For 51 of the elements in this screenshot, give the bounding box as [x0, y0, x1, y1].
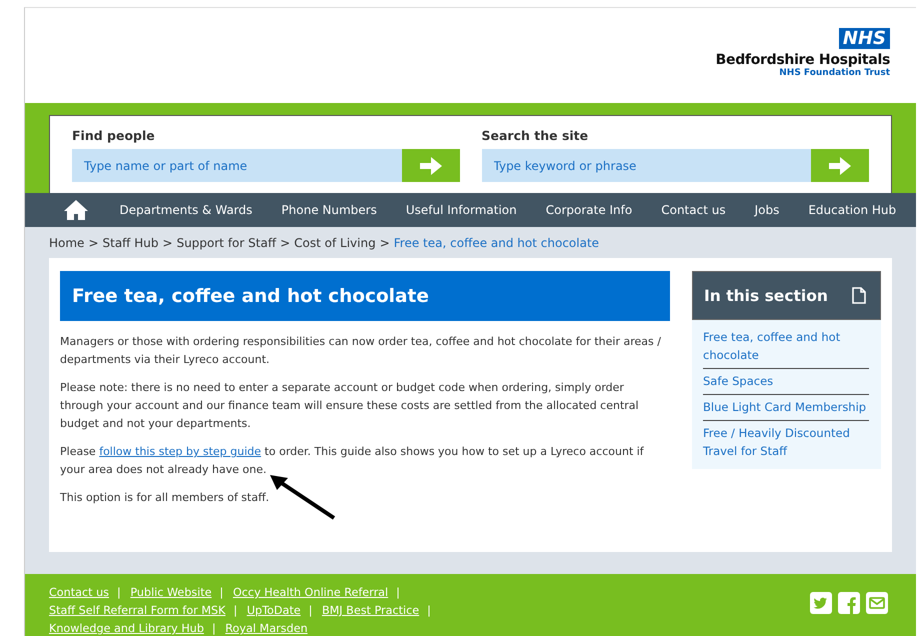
breadcrumb-link[interactable]: Home [49, 236, 84, 250]
nhs-logo: NHS [838, 28, 890, 49]
breadcrumb-link[interactable]: Support for Staff [176, 236, 276, 250]
footer-separator: | [117, 586, 121, 599]
breadcrumb-link[interactable]: Free tea, coffee and hot chocolate [394, 236, 600, 250]
breadcrumb-link[interactable]: Staff Hub [102, 236, 159, 250]
breadcrumb-separator: > [280, 236, 290, 250]
arrow-right-icon [420, 156, 442, 174]
arrow-right-icon [829, 156, 851, 174]
section-link[interactable]: Free tea, coffee and hot chocolate [703, 325, 869, 369]
arrow-annotation [268, 474, 336, 520]
footer-separator: | [233, 604, 238, 617]
search-field[interactable]: Type keyword or phrase [482, 149, 811, 182]
home-icon[interactable] [64, 200, 88, 220]
search-button[interactable] [811, 149, 869, 182]
paragraph: This option is for all members of staff. [60, 490, 270, 506]
nav-link[interactable]: Contact us [661, 203, 726, 217]
nav-link[interactable]: Corporate Info [546, 203, 632, 217]
page-title: Free tea, coffee and hot chocolate [60, 271, 670, 321]
section-link[interactable]: Safe Spaces [703, 369, 869, 395]
organisation-name: Bedfordshire Hospitals [716, 52, 890, 68]
twitter-icon[interactable] [810, 592, 832, 614]
breadcrumb-separator: > [380, 236, 390, 250]
nav-link[interactable]: Jobs [754, 203, 780, 217]
nav-link[interactable]: Education Hub [808, 203, 896, 217]
breadcrumb-link[interactable]: Cost of Living [294, 236, 376, 250]
facebook-icon[interactable] [838, 592, 860, 614]
email-icon[interactable] [866, 592, 888, 614]
search-label: Find people [72, 128, 156, 143]
footer-separator: | [212, 622, 216, 635]
breadcrumb-separator: > [162, 236, 173, 250]
guide-link[interactable]: follow this step by step guide [99, 445, 262, 458]
footer-separator: | [308, 604, 312, 617]
footer-separator: | [220, 586, 224, 599]
nav-link[interactable]: Departments & Wards [120, 203, 252, 217]
document-icon [852, 287, 866, 304]
nav-link[interactable]: Phone Numbers [281, 203, 377, 217]
search-label: Search the site [482, 128, 590, 143]
paragraph: Please note: there is no need to enter a separate account or budget code when ordering, simply order through your account and our finance team will ensure these costs are settled from the allocated central budget and not your departments. [60, 380, 640, 432]
search-field[interactable]: Type name or part of name [72, 149, 402, 182]
section-link[interactable]: Blue Light Card Membership [703, 395, 869, 421]
footer-separator: | [396, 586, 400, 599]
section-title: In this section [704, 286, 828, 304]
paragraph: Managers or those with ordering responsibilities can now order tea, coffee and hot chocolate for their areas / departments via their Lyreco account. [60, 334, 662, 368]
nav-link[interactable]: Useful Information [406, 203, 517, 217]
paragraph: Please follow this step by step guide to order. This guide also shows you how to set up a Lyreco account if your area does not already have one. [60, 444, 645, 478]
breadcrumb-separator: > [88, 236, 98, 250]
footer-separator: | [427, 604, 431, 617]
organisation-subtitle: NHS Foundation Trust [779, 68, 890, 78]
search-button[interactable] [402, 149, 460, 182]
section-link[interactable]: Free / Heavily Discounted Travel for Staff [703, 421, 869, 464]
